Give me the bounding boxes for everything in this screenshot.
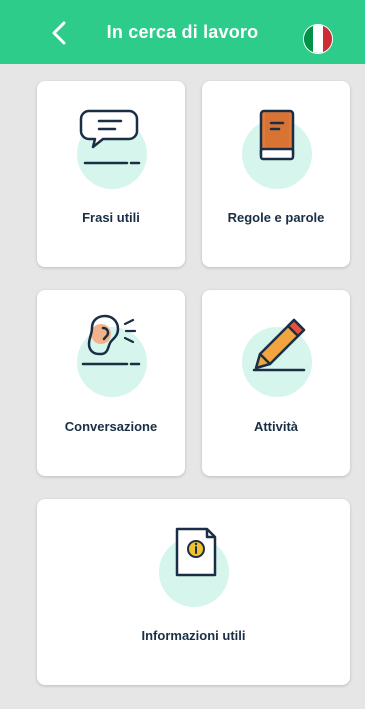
card-frasi-utili[interactable]: Frasi utili <box>37 81 185 267</box>
card-label: Informazioni utili <box>141 628 246 643</box>
page-title: In cerca di lavoro <box>106 21 259 42</box>
card-label: Attività <box>253 419 299 434</box>
card-informazioni-utili[interactable]: Informazioni utili <box>37 499 350 685</box>
back-button[interactable] <box>44 18 74 48</box>
card-attivita[interactable]: Attività <box>202 290 350 476</box>
card-label: Frasi utili <box>82 210 140 225</box>
card-conversazione[interactable]: Conversazione <box>37 290 185 476</box>
app-header: In cerca di lavoro <box>0 0 365 64</box>
language-flag-button[interactable] <box>303 24 333 54</box>
book-icon <box>259 109 295 161</box>
card-regole-e-parole[interactable]: Regole e parole <box>202 81 350 267</box>
ear-icon <box>81 314 141 366</box>
speech-bubble-icon <box>79 109 141 165</box>
card-label: Conversazione <box>64 419 158 434</box>
card-label: Regole e parole <box>227 210 325 225</box>
pencil-icon <box>252 318 306 372</box>
italian-flag-icon <box>304 25 314 53</box>
info-document-icon <box>175 527 217 577</box>
chevron-left-icon <box>52 21 66 45</box>
